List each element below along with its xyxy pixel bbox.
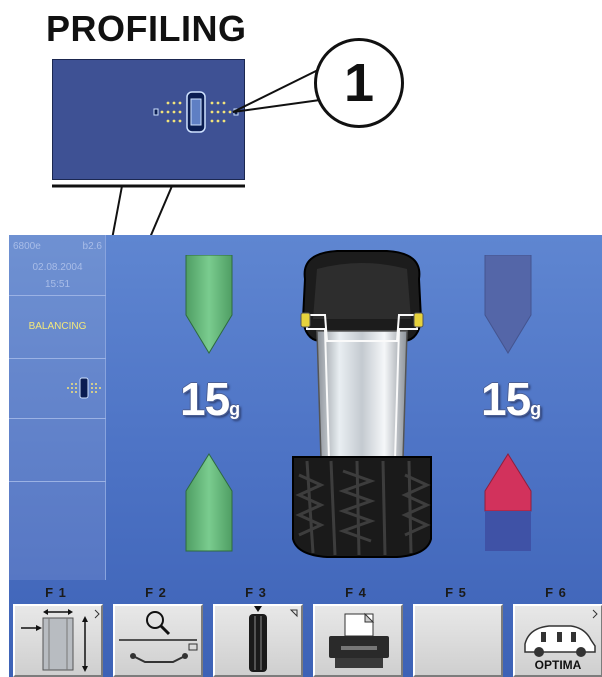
fkey-f4[interactable]: F 4 (309, 580, 403, 677)
fkey-label: F 3 (245, 585, 267, 600)
fkey-f6[interactable]: F 6 OPTIMA (509, 580, 602, 677)
date: 02.08.2004 (32, 262, 83, 273)
wheel-tyre-icon (292, 250, 432, 558)
divider (9, 481, 106, 482)
left-inner-arrow-down (185, 255, 233, 354)
fkey-f2[interactable]: F 2 (109, 580, 203, 677)
left-outer-arrow-up (185, 453, 233, 552)
right-weight-value: 15g (481, 373, 542, 425)
fkey-f1[interactable]: F 1 (9, 580, 103, 677)
sidebar: 6800e b2.6 02.08.2004 15:51 BALANCING (9, 235, 106, 580)
right-inner-arrow-down (484, 255, 532, 354)
search-options-button[interactable] (113, 604, 203, 677)
fkey-f3[interactable]: F 3 (209, 580, 303, 677)
fkey-label: F 2 (145, 585, 167, 600)
mode-label: BALANCING (28, 321, 87, 332)
divider (9, 418, 106, 419)
right-outer-arrow-up (484, 453, 532, 551)
optima-caption: OPTIMA (534, 658, 582, 672)
time: 15:51 (44, 279, 71, 290)
wheel-dimensions-icon (21, 609, 100, 672)
optima-button[interactable]: OPTIMA (513, 604, 602, 677)
fkey-f5[interactable]: F 5 (409, 580, 503, 677)
tyre-tread-button[interactable] (213, 604, 303, 677)
divider (9, 295, 106, 296)
divider (9, 358, 106, 359)
software-version: b2.6 (82, 241, 102, 252)
fkey-label: F 6 (545, 585, 567, 600)
wheel-dimensions-button[interactable] (13, 604, 103, 677)
fkey-label: F 4 (345, 585, 367, 600)
search-options-icon (119, 611, 198, 663)
callout-number: 1 (314, 38, 404, 128)
profiling-mode-icon[interactable] (64, 373, 104, 403)
left-weight-value: 15g (180, 373, 241, 425)
function-key-bar: F 1 F 2 F 3 F 4 F 5 F 6 OPTIMA (9, 580, 602, 677)
print-button[interactable] (313, 604, 403, 677)
tyre-tread-icon (249, 606, 298, 672)
fkey-label: F 5 (445, 585, 467, 600)
fkey-label: F 1 (45, 585, 67, 600)
printer-icon (329, 612, 389, 668)
balancer-screen: 6800e b2.6 02.08.2004 15:51 BALANCING 15… (9, 235, 602, 677)
machine-code: 6800e (13, 241, 41, 252)
f5-button[interactable] (413, 604, 503, 677)
machine-info: 6800e b2.6 02.08.2004 15:51 (9, 235, 106, 295)
